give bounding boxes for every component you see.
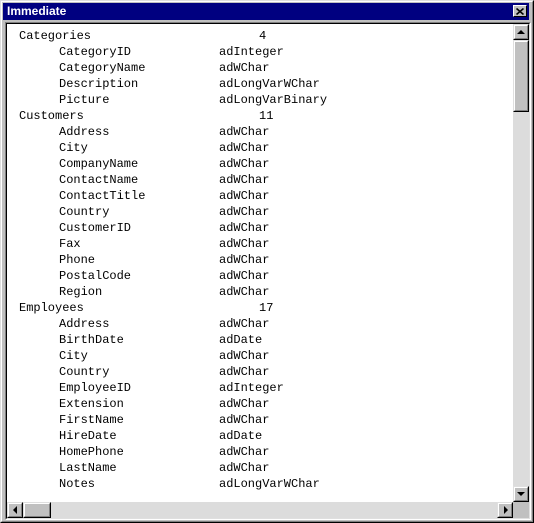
field-name: Notes <box>59 477 96 491</box>
immediate-text-area[interactable]: Categories 4 CategoryID adInteger CategoryNa… <box>7 24 513 502</box>
field-type: adWChar <box>219 157 270 171</box>
horizontal-scroll-thumb[interactable] <box>23 502 51 518</box>
field-type: adLongVarWChar <box>219 77 320 91</box>
field-type: adWChar <box>219 317 270 331</box>
immediate-pane-inner: Categories 4 CategoryID adInteger CategoryNa… <box>6 23 530 519</box>
field-name: Country <box>59 365 110 379</box>
field-type: adWChar <box>219 141 270 155</box>
field-type: adWChar <box>219 205 270 219</box>
field-type: adWChar <box>219 461 270 475</box>
field-name: LastName <box>59 461 117 475</box>
field-name: EmployeeID <box>59 381 132 395</box>
immediate-window: Immediate Categories 4 CategoryID adInteger… <box>0 0 534 523</box>
field-name: City <box>59 141 88 155</box>
vertical-scrollbar[interactable] <box>513 24 529 502</box>
field-name: CategoryID <box>59 45 132 59</box>
scrollbar-corner <box>513 502 529 518</box>
field-name: BirthDate <box>59 333 124 347</box>
field-type: adWChar <box>219 173 270 187</box>
field-name: Address <box>59 125 110 139</box>
scroll-right-button[interactable] <box>497 502 513 518</box>
arrow-right-icon <box>504 506 508 514</box>
field-name: Description <box>59 77 139 91</box>
field-type: adWChar <box>219 61 270 75</box>
field-type: adInteger <box>219 45 284 59</box>
title-bar[interactable]: Immediate <box>3 3 529 20</box>
field-name: CompanyName <box>59 157 139 171</box>
table-name: Customers <box>19 109 84 123</box>
field-name: Fax <box>59 237 81 251</box>
field-type: adWChar <box>219 125 270 139</box>
field-name: Address <box>59 317 110 331</box>
field-type: adWChar <box>219 253 270 267</box>
field-name: Extension <box>59 397 124 411</box>
field-type: adWChar <box>219 237 270 251</box>
scroll-up-button[interactable] <box>513 24 529 40</box>
field-type: adWChar <box>219 397 270 411</box>
field-name: ContactTitle <box>59 189 146 203</box>
field-name: Phone <box>59 253 96 267</box>
immediate-pane: Categories 4 CategoryID adInteger CategoryNa… <box>5 22 531 520</box>
field-count: 17 <box>259 301 274 315</box>
field-type: adWChar <box>219 221 270 235</box>
arrow-up-icon <box>517 30 525 34</box>
close-icon <box>516 7 524 15</box>
field-name: CustomerID <box>59 221 132 235</box>
field-name: HomePhone <box>59 445 124 459</box>
table-name: Categories <box>19 29 92 43</box>
field-count: 4 <box>259 29 267 43</box>
field-type: adDate <box>219 333 263 347</box>
horizontal-scrollbar[interactable] <box>7 502 513 518</box>
field-type: adWChar <box>219 189 270 203</box>
field-count: 11 <box>259 109 274 123</box>
field-name: PostalCode <box>59 269 132 283</box>
field-type: adWChar <box>219 413 270 427</box>
arrow-down-icon <box>517 492 525 496</box>
field-name: FirstName <box>59 413 124 427</box>
field-name: Picture <box>59 93 110 107</box>
field-name: City <box>59 349 88 363</box>
field-name: Country <box>59 205 110 219</box>
field-type: adDate <box>219 429 263 443</box>
field-type: adLongVarWChar <box>219 477 320 491</box>
field-type: adWChar <box>219 349 270 363</box>
field-type: adLongVarBinary <box>219 93 328 107</box>
field-name: CategoryName <box>59 61 146 75</box>
table-name: Employees <box>19 301 84 315</box>
vertical-scroll-thumb[interactable] <box>513 40 529 112</box>
scroll-down-button[interactable] <box>513 486 529 502</box>
close-button[interactable] <box>513 5 527 17</box>
field-type: adWChar <box>219 269 270 283</box>
field-type: adWChar <box>219 285 270 299</box>
arrow-left-icon <box>13 506 17 514</box>
scroll-left-button[interactable] <box>7 502 23 518</box>
field-type: adWChar <box>219 445 270 459</box>
field-name: Region <box>59 285 103 299</box>
field-name: HireDate <box>59 429 117 443</box>
field-type: adWChar <box>219 365 270 379</box>
window-title: Immediate <box>7 4 67 18</box>
field-name: ContactName <box>59 173 139 187</box>
field-type: adInteger <box>219 381 284 395</box>
